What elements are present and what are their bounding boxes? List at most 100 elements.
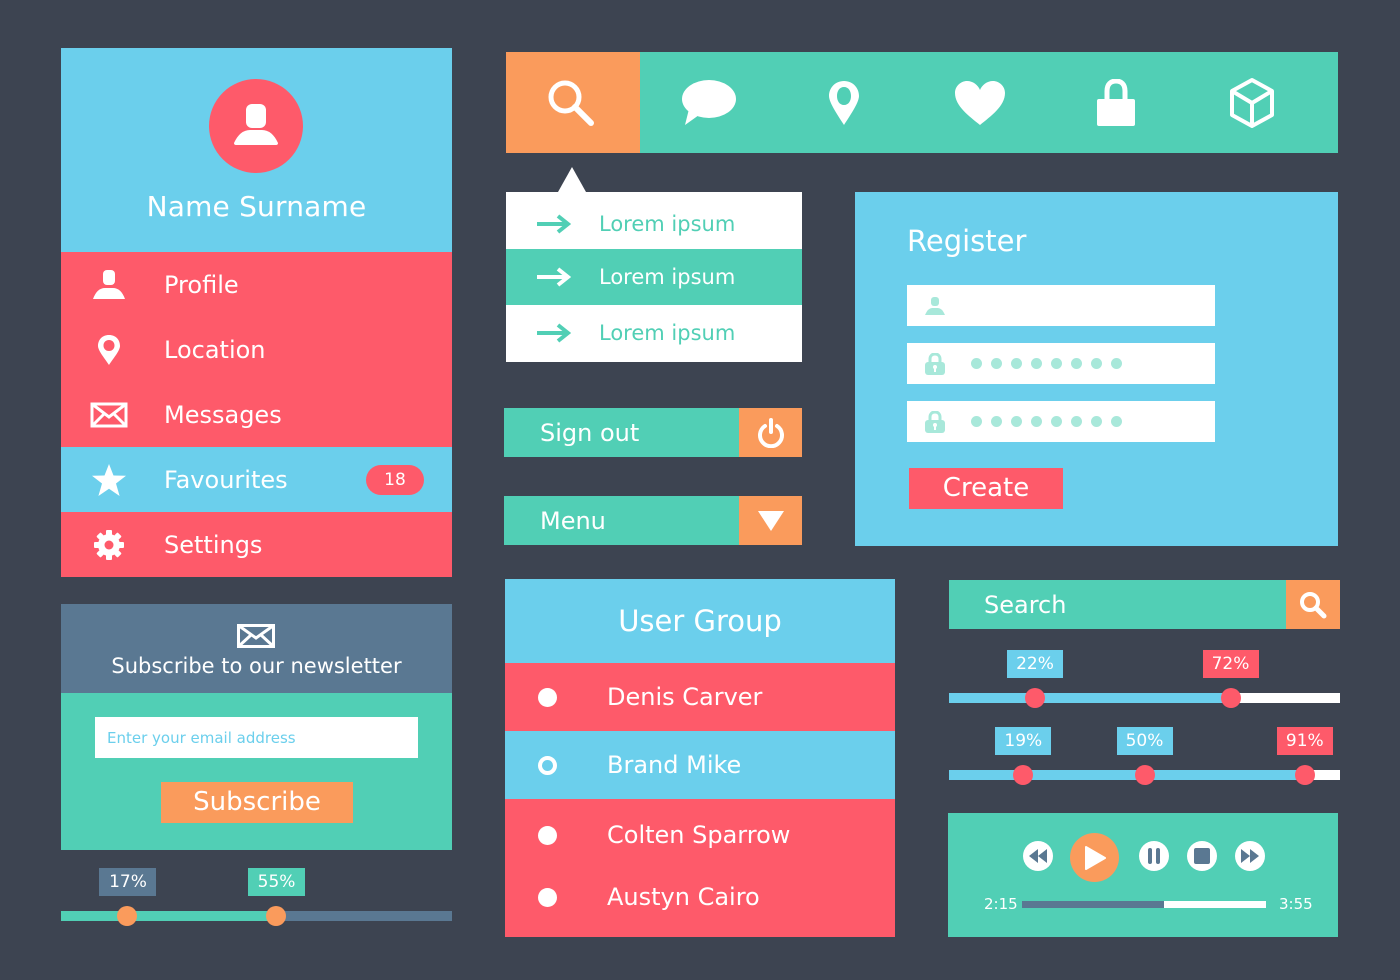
confirm-password-field[interactable] [907,401,1215,442]
password-mask-dot [971,416,982,427]
user-group-panel: User Group Denis Carver Brand Mike Colte… [505,579,895,937]
play-button[interactable] [1070,833,1119,882]
create-button[interactable]: Create [909,468,1063,509]
toolbar-search-button[interactable] [506,52,640,153]
slider-handle[interactable] [1013,765,1034,785]
map-pin-icon [98,334,120,365]
register-title: Register [907,224,1027,258]
pause-icon [1148,848,1160,864]
lock-icon [925,410,945,433]
arrow-right-icon [536,214,571,234]
password-mask-dot [991,416,1002,427]
toolbar-location-button[interactable] [776,52,912,153]
slider-fill [61,911,277,921]
password-mask-dot [1091,358,1102,369]
dropdown-item[interactable]: Lorem ipsum [506,249,802,305]
dropdown-item[interactable]: Lorem ipsum [506,305,802,361]
user-list-item[interactable]: Denis Carver [505,663,895,731]
user-name: Denis Carver [607,683,763,711]
dropdown-item-label: Lorem ipsum [599,212,736,236]
slider-fill [949,693,1231,703]
sign-out-button[interactable]: Sign out [504,408,802,457]
sidebar-item-messages[interactable]: Messages [61,382,452,447]
password-mask-dot [1111,358,1122,369]
radio-button[interactable] [538,825,557,845]
media-player: 2:15 3:55 [948,813,1338,937]
slider-handle[interactable] [266,906,287,926]
dropdown-item[interactable]: Lorem ipsum [506,196,802,252]
envelope-icon [237,624,275,648]
user-list-item[interactable]: Colten Sparrow [505,799,895,871]
user-name: Austyn Cairo [607,883,760,911]
email-input[interactable] [95,717,418,758]
profile-header: Name Surname [61,48,452,252]
current-time: 2:15 [984,895,1018,913]
user-icon [93,269,125,299]
stop-button[interactable] [1187,841,1217,871]
fast-forward-icon [1241,849,1259,863]
toolbar-favorite-button[interactable] [912,52,1048,153]
menu-label: Menu [540,506,606,535]
user-list-group: Colten Sparrow Austyn Cairo [505,799,895,937]
slider-handle[interactable] [1220,688,1241,708]
slider-handle[interactable] [1025,688,1046,708]
password-mask [971,358,1122,369]
power-icon [757,417,784,448]
sidebar-item-profile[interactable]: Profile [61,252,452,317]
sidebar-item-label: Messages [164,400,282,429]
sidebar-item-label: Favourites [164,465,288,494]
rewind-button[interactable] [1023,841,1053,871]
toolbar-lock-button[interactable] [1048,52,1184,153]
password-mask-dot [991,358,1002,369]
slider-value-tag: 22% [1007,650,1064,678]
slider-value-tag: 55% [248,868,306,896]
fast-forward-button[interactable] [1235,841,1265,871]
slider-handle[interactable] [117,906,138,926]
star-icon [92,463,126,496]
radio-button[interactable] [538,887,557,907]
user-list-item[interactable]: Austyn Cairo [505,871,895,923]
toolbar-cube-button[interactable] [1184,52,1320,153]
slider-value-tag: 19% [995,727,1052,755]
profile-name: Name Surname [146,190,367,223]
password-field[interactable] [907,343,1215,384]
slider-value-tag: 91% [1276,727,1333,755]
progress-fill [1022,901,1164,908]
icon-toolbar [506,52,1338,153]
arrow-right-icon [536,267,571,287]
sidebar-item-favourites[interactable]: Favourites 18 [61,447,452,512]
lock-icon [925,352,945,375]
avatar[interactable] [209,79,303,173]
radio-button[interactable] [538,687,557,707]
radio-button-selected[interactable] [538,755,557,775]
total-time: 3:55 [1279,895,1313,913]
envelope-icon [90,402,128,427]
password-mask-dot [1031,416,1042,427]
caret-down-icon [757,510,784,531]
search-button[interactable] [1286,580,1340,629]
pause-button[interactable] [1139,841,1169,871]
slider-handle[interactable] [1294,765,1315,785]
password-mask-dot [1011,416,1022,427]
user-icon [234,104,278,145]
range-slider-left: 17% 55% [61,868,452,928]
sidebar-item-label: Profile [164,270,239,299]
slider-handle[interactable] [1134,765,1155,785]
search-input[interactable] [949,580,1286,629]
password-mask-dot [1071,416,1082,427]
toolbar-chat-button[interactable] [640,52,776,153]
sidebar-item-location[interactable]: Location [61,317,452,382]
slider-value-tag: 50% [1116,727,1173,755]
play-icon [1084,845,1106,870]
password-mask [971,416,1122,427]
subscribe-button[interactable]: Subscribe [161,782,353,823]
sidebar-item-settings[interactable]: Settings [61,512,452,577]
dropdown-menu: Lorem ipsum Lorem ipsum Lorem ipsum [506,192,802,362]
username-field[interactable] [907,285,1215,326]
user-list-item[interactable]: Brand Mike [505,731,895,799]
slider-fill [949,770,1305,780]
user-icon [925,296,945,315]
menu-dropdown-button[interactable]: Menu [504,496,802,545]
lock-icon [1097,78,1135,126]
sign-out-label: Sign out [540,418,640,447]
